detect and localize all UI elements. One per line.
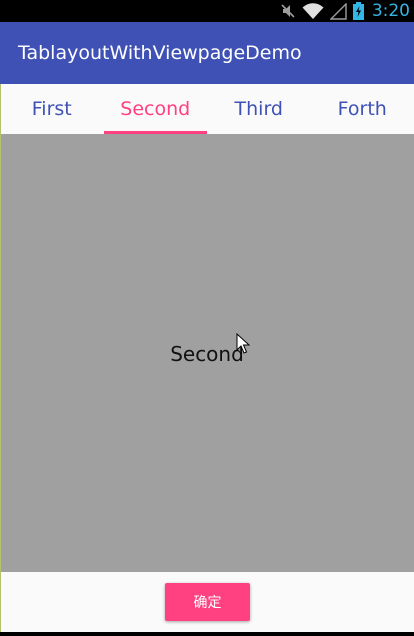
status-icons: 3:20 [274, 0, 410, 22]
app-title: TablayoutWithViewpageDemo [18, 42, 302, 64]
tab-label: Third [234, 98, 283, 120]
tab-second[interactable]: Second [103, 84, 207, 134]
tab-label: Forth [337, 98, 387, 120]
status-time: 3:20 [371, 1, 410, 21]
battery-charging-icon [352, 2, 364, 20]
wifi-icon [302, 2, 324, 20]
tab-label: First [31, 98, 72, 120]
page-text: Second [170, 342, 244, 366]
mute-icon [280, 3, 296, 19]
confirm-button[interactable]: 确定 [165, 583, 250, 621]
tab-third[interactable]: Third [207, 84, 311, 134]
status-bar: 3:20 [0, 0, 414, 22]
window-edge [0, 84, 1, 632]
app-bar: TablayoutWithViewpageDemo [0, 22, 414, 84]
app-screen: 3:20 TablayoutWithViewpageDemo First Sec… [0, 0, 414, 636]
bottom-bar: 确定 [0, 572, 414, 632]
signal-icon [329, 2, 347, 20]
tab-label: Second [120, 98, 191, 120]
mouse-pointer-icon [236, 332, 251, 359]
view-pager[interactable]: Second [0, 134, 414, 572]
tab-forth[interactable]: Forth [311, 84, 414, 134]
tab-first[interactable]: First [0, 84, 104, 134]
tab-layout: First Second Third Forth [0, 84, 414, 134]
